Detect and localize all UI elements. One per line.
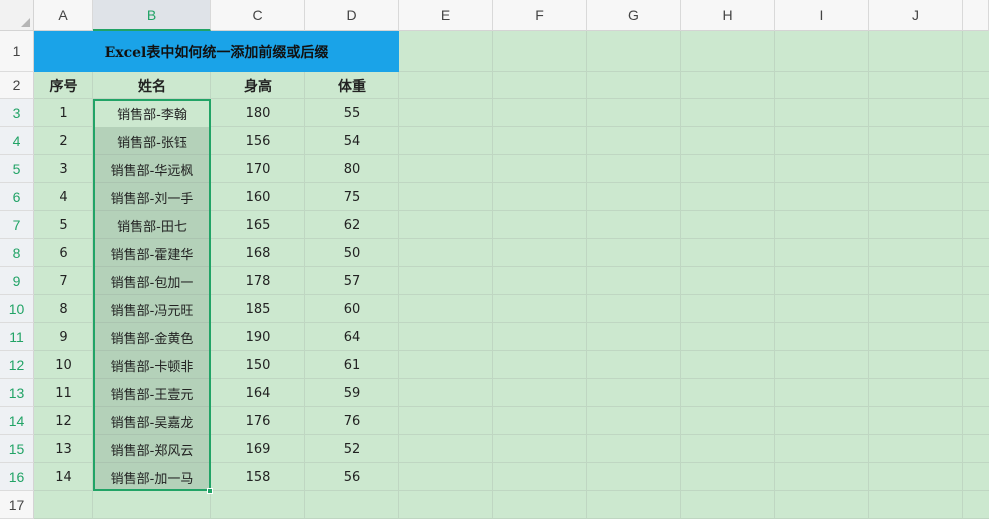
row-header-5[interactable]: 5: [0, 155, 34, 183]
header-seq[interactable]: 序号: [34, 72, 93, 99]
fill-handle[interactable]: [207, 488, 213, 494]
cell-height[interactable]: 170: [211, 155, 305, 183]
cell-name[interactable]: 销售部-刘一手: [93, 183, 211, 211]
cell-height[interactable]: 190: [211, 323, 305, 351]
cell-height[interactable]: 168: [211, 239, 305, 267]
column-header-j[interactable]: J: [869, 0, 963, 31]
cell-weight[interactable]: 54: [305, 127, 399, 155]
select-all-triangle-icon: [21, 18, 30, 27]
cell-name[interactable]: 销售部-张钰: [93, 127, 211, 155]
row-header-2[interactable]: 2: [0, 72, 34, 99]
cell-seq[interactable]: 9: [34, 323, 93, 351]
cell-height[interactable]: 180: [211, 99, 305, 127]
cell-name[interactable]: 销售部-加一马: [93, 463, 211, 491]
row-header-12[interactable]: 12: [0, 351, 34, 379]
column-header-c[interactable]: C: [211, 0, 305, 31]
column-header-i[interactable]: I: [775, 0, 869, 31]
cell-height[interactable]: 156: [211, 127, 305, 155]
gridline-vertical: [868, 31, 869, 519]
row-header-9[interactable]: 9: [0, 267, 34, 295]
cell-weight[interactable]: 60: [305, 295, 399, 323]
row-header-7[interactable]: 7: [0, 211, 34, 239]
cell-seq[interactable]: 4: [34, 183, 93, 211]
row-header-17[interactable]: 17: [0, 491, 34, 519]
cell-seq[interactable]: 8: [34, 295, 93, 323]
spreadsheet-grid: ABCDEFGHIJ 1 2 3 4 5 6 7 8 9 10 11 12 13 14 15 16 17 Exc…: [0, 0, 989, 519]
cell-name[interactable]: 销售部-吴嘉龙: [93, 407, 211, 435]
cell-seq[interactable]: 3: [34, 155, 93, 183]
row-header-15[interactable]: 15: [0, 435, 34, 463]
cell-height[interactable]: 178: [211, 267, 305, 295]
cell-seq[interactable]: 7: [34, 267, 93, 295]
row-header-8[interactable]: 8: [0, 239, 34, 267]
cell-weight[interactable]: 64: [305, 323, 399, 351]
cell-seq[interactable]: 14: [34, 463, 93, 491]
gridline-vertical: [680, 31, 681, 519]
cell-name[interactable]: 销售部-李翰: [93, 99, 211, 127]
cell-weight[interactable]: 80: [305, 155, 399, 183]
cell-name[interactable]: 销售部-王壹元: [93, 379, 211, 407]
column-header-a[interactable]: A: [34, 0, 93, 31]
row-header-6[interactable]: 6: [0, 183, 34, 211]
row-header-16[interactable]: 16: [0, 463, 34, 491]
cell-weight[interactable]: 62: [305, 211, 399, 239]
cell-seq[interactable]: 13: [34, 435, 93, 463]
cell-seq[interactable]: 6: [34, 239, 93, 267]
cell-height[interactable]: 164: [211, 379, 305, 407]
cell-weight[interactable]: 56: [305, 463, 399, 491]
cell-name[interactable]: 销售部-霍建华: [93, 239, 211, 267]
row-header-13[interactable]: 13: [0, 379, 34, 407]
cell-height[interactable]: 165: [211, 211, 305, 239]
header-name[interactable]: 姓名: [93, 72, 211, 99]
column-header-b[interactable]: B: [93, 0, 211, 31]
cell-seq[interactable]: 1: [34, 99, 93, 127]
column-header-e[interactable]: E: [399, 0, 493, 31]
cell-seq[interactable]: 11: [34, 379, 93, 407]
cell-name[interactable]: 销售部-金黄色: [93, 323, 211, 351]
cell-seq[interactable]: 2: [34, 127, 93, 155]
cell-weight[interactable]: 59: [305, 379, 399, 407]
column-header-h[interactable]: H: [681, 0, 775, 31]
title-cell[interactable]: Excel表中如何统一添加前缀或后缀: [34, 31, 399, 72]
cell-weight[interactable]: 52: [305, 435, 399, 463]
select-all-corner[interactable]: [0, 0, 34, 31]
cell-height[interactable]: 158: [211, 463, 305, 491]
cell-weight[interactable]: 75: [305, 183, 399, 211]
cell-name[interactable]: 销售部-华远枫: [93, 155, 211, 183]
gridline-vertical: [492, 31, 493, 519]
gridline-vertical: [774, 31, 775, 519]
header-weight[interactable]: 体重: [305, 72, 399, 99]
column-header-g[interactable]: G: [587, 0, 681, 31]
column-header-f[interactable]: F: [493, 0, 587, 31]
gridline-vertical: [962, 31, 963, 519]
row-header-4[interactable]: 4: [0, 127, 34, 155]
cell-name[interactable]: 销售部-包加一: [93, 267, 211, 295]
cell-height[interactable]: 176: [211, 407, 305, 435]
row-header-3[interactable]: 3: [0, 99, 34, 127]
cell-name[interactable]: 销售部-冯元旺: [93, 295, 211, 323]
cell-height[interactable]: 169: [211, 435, 305, 463]
cell-name[interactable]: 销售部-郑风云: [93, 435, 211, 463]
cell-height[interactable]: 160: [211, 183, 305, 211]
header-height[interactable]: 身高: [211, 72, 305, 99]
column-header-d[interactable]: D: [305, 0, 399, 31]
cell-height[interactable]: 185: [211, 295, 305, 323]
row-header-11[interactable]: 11: [0, 323, 34, 351]
gridline-vertical: [586, 31, 587, 519]
cell-name[interactable]: 销售部-田七: [93, 211, 211, 239]
cell-height[interactable]: 150: [211, 351, 305, 379]
cell-seq[interactable]: 10: [34, 351, 93, 379]
row-header-14[interactable]: 14: [0, 407, 34, 435]
cell-seq[interactable]: 12: [34, 407, 93, 435]
cell-name[interactable]: 销售部-卡顿非: [93, 351, 211, 379]
row-header-1[interactable]: 1: [0, 31, 34, 72]
cell-weight[interactable]: 76: [305, 407, 399, 435]
column-header-k-partial[interactable]: [963, 0, 989, 31]
cell-weight[interactable]: 61: [305, 351, 399, 379]
row-header-10[interactable]: 10: [0, 295, 34, 323]
cell-weight[interactable]: 55: [305, 99, 399, 127]
cell-seq[interactable]: 5: [34, 211, 93, 239]
cell-weight[interactable]: 50: [305, 239, 399, 267]
cell-weight[interactable]: 57: [305, 267, 399, 295]
